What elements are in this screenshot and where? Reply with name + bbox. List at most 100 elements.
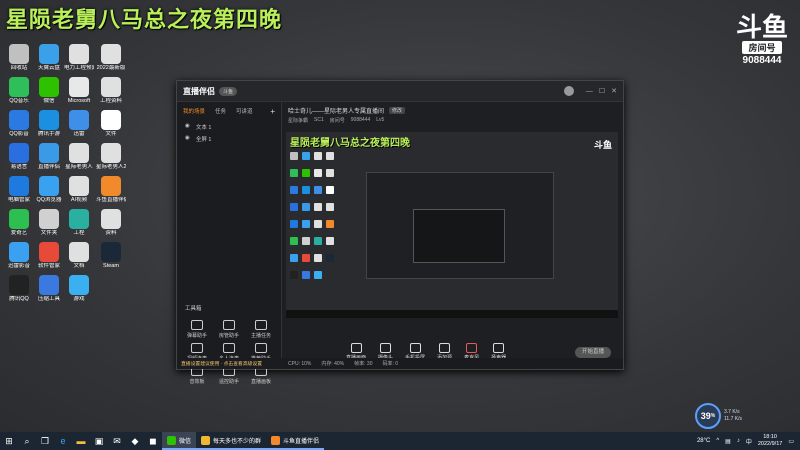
tray-chevron-icon[interactable]: ^ bbox=[716, 438, 719, 444]
desktop-icon-label: 迅雷影音 bbox=[7, 263, 30, 269]
tool-tasks[interactable]: 主播任务 bbox=[245, 320, 277, 339]
eye-icon[interactable]: ◉ bbox=[185, 123, 190, 131]
live-companion-window[interactable]: 直播伴侣 斗鱼 — ☐ ✕ 我的场景 任务 可讲道 + ◉ 文本 1 ◉ 全屏 … bbox=[176, 80, 624, 385]
desktop-icon[interactable]: 回收站 bbox=[4, 44, 34, 72]
desktop-icon[interactable]: QQ影音 bbox=[4, 110, 34, 138]
desktop-icon[interactable]: QQ浏览器 bbox=[34, 176, 64, 204]
desktop-icon-label: 星际老男人 bbox=[65, 164, 93, 170]
taskbar-app-wechat[interactable]: 微信 bbox=[162, 432, 197, 450]
system-tray: 28°C ^ ▤ ♪ 中 18:10 2022/9/17 ▭ bbox=[697, 434, 800, 448]
room-level: Lv5 bbox=[376, 117, 385, 123]
wechat-icon bbox=[167, 435, 176, 445]
bitrate-status: 码率: 0 bbox=[382, 361, 399, 367]
preview-app-icon bbox=[302, 169, 310, 177]
stream-preview[interactable]: 星陨老舅八马总之夜第四晚 斗鱼 bbox=[286, 132, 618, 318]
preview-app-icon bbox=[326, 186, 334, 194]
desktop-icon[interactable]: 软件管家 bbox=[34, 242, 64, 270]
preview-douyu-logo-icon: 斗鱼 bbox=[593, 140, 612, 150]
start-live-button[interactable]: 开始直播 bbox=[575, 347, 611, 358]
minimize-icon[interactable]: — bbox=[586, 88, 593, 95]
clock[interactable]: 18:10 2022/9/17 bbox=[758, 434, 782, 448]
desktop-icon[interactable]: Steam bbox=[96, 242, 126, 270]
tab-other[interactable]: 可讲道 bbox=[236, 107, 253, 116]
desktop-icon-label: 天翼云盘 bbox=[37, 65, 60, 71]
preview-app-icon bbox=[314, 186, 322, 194]
download-speed: 11.7 K/s bbox=[724, 416, 742, 422]
desktop-icon[interactable]: 资料 bbox=[96, 209, 126, 237]
app-icon bbox=[9, 209, 29, 229]
tab-tasks[interactable]: 任务 bbox=[215, 107, 226, 116]
preview-app-icon bbox=[290, 254, 298, 262]
scene-item[interactable]: ◉ 文本 1 bbox=[177, 121, 281, 133]
desktop-icon[interactable]: 文件 bbox=[96, 110, 126, 138]
desktop-icon[interactable]: 爱奇艺 bbox=[4, 209, 34, 237]
desktop-icon[interactable]: 迅雷 bbox=[64, 110, 94, 138]
search-icon[interactable]: ⌕ bbox=[18, 432, 36, 450]
desktop-icon[interactable]: 易语言 bbox=[4, 143, 34, 171]
add-scene-icon[interactable]: + bbox=[270, 107, 275, 116]
avatar[interactable] bbox=[563, 86, 574, 96]
taskbar-app-chat[interactable]: 每天多也不少的群 bbox=[196, 432, 267, 450]
notification-icon[interactable]: ▭ bbox=[788, 438, 794, 445]
folder-icon[interactable]: ▬ bbox=[72, 432, 90, 450]
app-icon bbox=[69, 176, 89, 196]
notice-text[interactable]: 直播设置建议使用 · 点击查看高级设置 bbox=[177, 358, 285, 369]
app-pinned-icon[interactable]: ◼ bbox=[144, 432, 162, 450]
edit-room-button[interactable]: 修改 bbox=[389, 107, 406, 114]
desktop-icon[interactable]: 游戏 bbox=[64, 275, 94, 303]
desktop-icon[interactable]: Microsoft bbox=[64, 77, 94, 105]
desktop-icon[interactable]: QQ音乐 bbox=[4, 77, 34, 105]
desktop-icon[interactable]: 文件夹 bbox=[34, 209, 64, 237]
app-icon bbox=[9, 242, 29, 262]
preview-app-icon bbox=[290, 271, 298, 279]
desktop-icon[interactable]: 电力工程预算 bbox=[64, 44, 94, 72]
desktop-icon[interactable]: 斗鱼直播伴侣 bbox=[96, 176, 126, 204]
app-icon bbox=[101, 44, 121, 64]
start-button[interactable]: ⊞ bbox=[0, 432, 18, 450]
desktop-icon[interactable]: 2022最新版 bbox=[96, 44, 126, 72]
tab-scenes[interactable]: 我的场景 bbox=[183, 107, 205, 116]
app-titlebar[interactable]: 直播伴侣 斗鱼 — ☐ ✕ bbox=[177, 81, 623, 102]
room-subcategory: SC1 bbox=[314, 117, 324, 123]
mail-icon[interactable]: ✉ bbox=[108, 432, 126, 450]
desktop-icon[interactable]: 天翼云盘 bbox=[34, 44, 64, 72]
desktop-icon-label: 工程资料 bbox=[99, 98, 122, 104]
desktop-icon[interactable]: 电脑管家 bbox=[4, 176, 34, 204]
tool-room-admin[interactable]: 房管助手 bbox=[213, 320, 245, 339]
desktop-icon[interactable]: 工程资料 bbox=[96, 77, 126, 105]
task-view-icon[interactable]: ❐ bbox=[36, 432, 54, 450]
desktop-icon[interactable]: 腾讯手游 bbox=[34, 110, 64, 138]
desktop-icon[interactable]: AI视频 bbox=[64, 176, 94, 204]
preview-app-icon bbox=[326, 220, 334, 228]
weather-temperature[interactable]: 28°C bbox=[697, 438, 710, 444]
edge-icon[interactable]: e bbox=[54, 432, 72, 450]
app-pinned-icon[interactable]: ◆ bbox=[126, 432, 144, 450]
desktop-icon[interactable]: 微信 bbox=[34, 77, 64, 105]
tool-danmu[interactable]: 弹幕助手 bbox=[181, 320, 213, 339]
network-icon[interactable]: ▤ bbox=[725, 438, 731, 445]
network-speed-widget[interactable]: 39% 3.7 K/s 11.7 K/s bbox=[695, 403, 745, 429]
app-icon bbox=[101, 242, 121, 262]
app-icon bbox=[9, 143, 29, 163]
maximize-icon[interactable]: ☐ bbox=[599, 87, 605, 95]
room-category[interactable]: 星际争霸 bbox=[288, 117, 308, 124]
clock-date: 2022/9/17 bbox=[757, 441, 783, 447]
desktop-icon[interactable]: 文档 bbox=[64, 242, 94, 270]
preview-app-icon bbox=[326, 254, 334, 262]
desktop-icon[interactable]: 腾讯QQ bbox=[4, 275, 34, 303]
volume-icon[interactable]: ♪ bbox=[737, 438, 740, 444]
taskbar-app-douyu[interactable]: 斗鱼直播伴侣 bbox=[266, 432, 325, 450]
scene-item[interactable]: ◉ 全屏 1 bbox=[177, 133, 281, 145]
desktop-icon[interactable]: 星际老男人 bbox=[64, 143, 94, 171]
eye-icon[interactable]: ◉ bbox=[185, 135, 190, 143]
desktop-icon[interactable]: 星际老男人2 bbox=[96, 143, 126, 171]
desktop-icon[interactable]: 迅雷影音 bbox=[4, 242, 34, 270]
store-icon[interactable]: ▣ bbox=[90, 432, 108, 450]
desktop-icon[interactable]: 直播伴侣 bbox=[34, 143, 64, 171]
desktop-icon[interactable]: 压缩工具 bbox=[34, 275, 64, 303]
app-icon bbox=[69, 143, 89, 163]
desktop-icon-label: Microsoft bbox=[67, 98, 91, 104]
desktop-icon[interactable]: 工程 bbox=[64, 209, 94, 237]
close-icon[interactable]: ✕ bbox=[611, 87, 617, 95]
input-language[interactable]: 中 bbox=[746, 437, 752, 446]
